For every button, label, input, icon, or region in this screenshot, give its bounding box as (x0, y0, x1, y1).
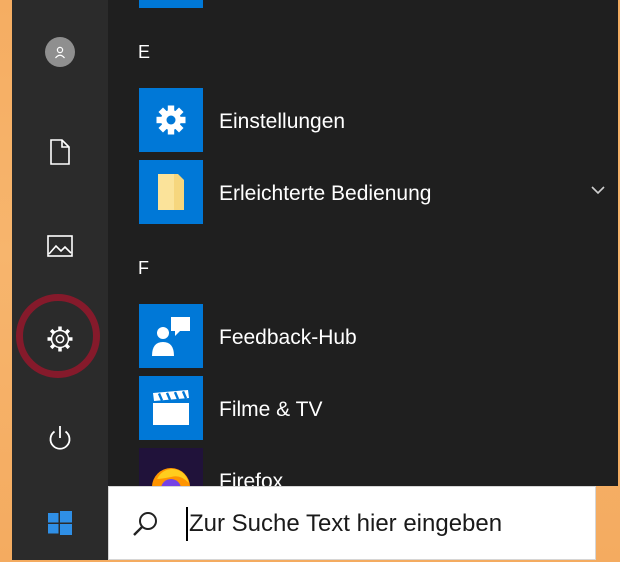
app-item-firefox[interactable] (139, 448, 610, 486)
picture-icon (47, 235, 73, 257)
taskbar-search-box[interactable] (108, 486, 596, 560)
clapperboard-icon (153, 390, 189, 425)
gear-icon (47, 326, 73, 352)
search-input[interactable] (189, 505, 589, 543)
gear-icon (156, 105, 186, 135)
app-tile-filme-tv (139, 376, 203, 440)
text-caret (186, 507, 188, 541)
app-label-feedback-hub: Feedback-Hub (219, 326, 357, 349)
app-tile-partial (139, 0, 203, 8)
settings-button[interactable] (36, 315, 84, 363)
pictures-button[interactable] (36, 222, 84, 270)
feedback-icon (152, 317, 190, 356)
chevron-down-icon[interactable] (590, 184, 606, 196)
user-account-button[interactable] (36, 28, 84, 76)
app-label-firefox: Firefox (219, 470, 284, 486)
folder-icon (158, 174, 184, 210)
app-tile-erleichterte-bedienung (139, 160, 203, 224)
app-label-erleichterte-bedienung: Erleichterte Bedienung (219, 182, 432, 205)
start-rail (12, 0, 108, 486)
app-tile-firefox (139, 448, 203, 486)
windows-logo-icon (48, 511, 72, 535)
power-icon (49, 426, 71, 450)
app-tile-feedback-hub (139, 304, 203, 368)
firefox-icon (152, 468, 190, 486)
power-button[interactable] (36, 414, 84, 462)
search-icon (133, 512, 157, 536)
app-tile-einstellungen (139, 88, 203, 152)
app-item-einstellungen[interactable] (139, 88, 610, 152)
documents-button[interactable] (36, 128, 84, 176)
app-item-feedback-hub[interactable] (139, 304, 610, 368)
app-label-filme-tv: Filme & TV (219, 398, 323, 421)
group-letter-f[interactable]: F (138, 258, 149, 279)
group-letter-e[interactable]: E (138, 42, 150, 63)
document-icon (50, 139, 70, 165)
app-list: E Einstellungen Erleichterte Bedienung F… (108, 0, 618, 486)
app-label-einstellungen: Einstellungen (219, 110, 346, 133)
user-avatar-icon (45, 37, 75, 67)
start-menu: E Einstellungen Erleichterte Bedienung F… (12, 0, 618, 486)
app-item-filme-tv[interactable] (139, 376, 610, 440)
start-button[interactable] (12, 486, 108, 560)
